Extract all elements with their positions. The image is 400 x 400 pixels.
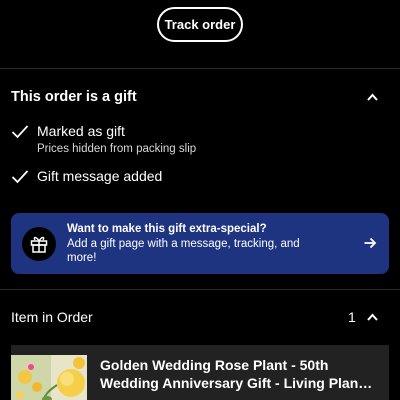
- promo-title: Want to make this gift extra-special?: [67, 223, 267, 235]
- item-count: 1: [348, 309, 356, 325]
- gift-page-promo-banner[interactable]: Want to make this gift extra-special? Ad…: [11, 213, 389, 274]
- checkmark-icon: [11, 168, 29, 186]
- gift-icon: [22, 227, 56, 261]
- divider: [0, 68, 400, 69]
- track-order-button[interactable]: Track order: [157, 7, 243, 42]
- gift-status-label: Gift message added: [37, 168, 163, 184]
- promo-body: Add a gift page with a message, tracking…: [67, 238, 300, 264]
- gift-section-title: This order is a gift: [11, 89, 137, 105]
- track-order-bar: Track order: [0, 0, 400, 68]
- items-section-title: Item in Order: [11, 309, 93, 325]
- gift-status-marked: Marked as gift Prices hidden from packin…: [11, 123, 391, 163]
- product-thumbnail[interactable]: [11, 355, 87, 400]
- gift-status-sublabel: Prices hidden from packing slip: [37, 143, 197, 155]
- gift-section-header[interactable]: This order is a gift: [0, 80, 400, 116]
- items-section-header[interactable]: Item in Order 1: [0, 300, 400, 336]
- chevron-up-icon[interactable]: [367, 93, 378, 103]
- gift-status-label: Marked as gift: [37, 123, 125, 139]
- checkmark-icon: [11, 123, 29, 141]
- chevron-up-icon[interactable]: [367, 313, 378, 323]
- product-card[interactable]: Golden Wedding Rose Plant - 50th Wedding…: [11, 345, 389, 400]
- gift-status-message: Gift message added: [11, 168, 391, 190]
- arrow-right-icon[interactable]: [363, 236, 377, 250]
- product-name[interactable]: Golden Wedding Rose Plant - 50th Wedding…: [100, 356, 380, 392]
- divider: [0, 289, 400, 290]
